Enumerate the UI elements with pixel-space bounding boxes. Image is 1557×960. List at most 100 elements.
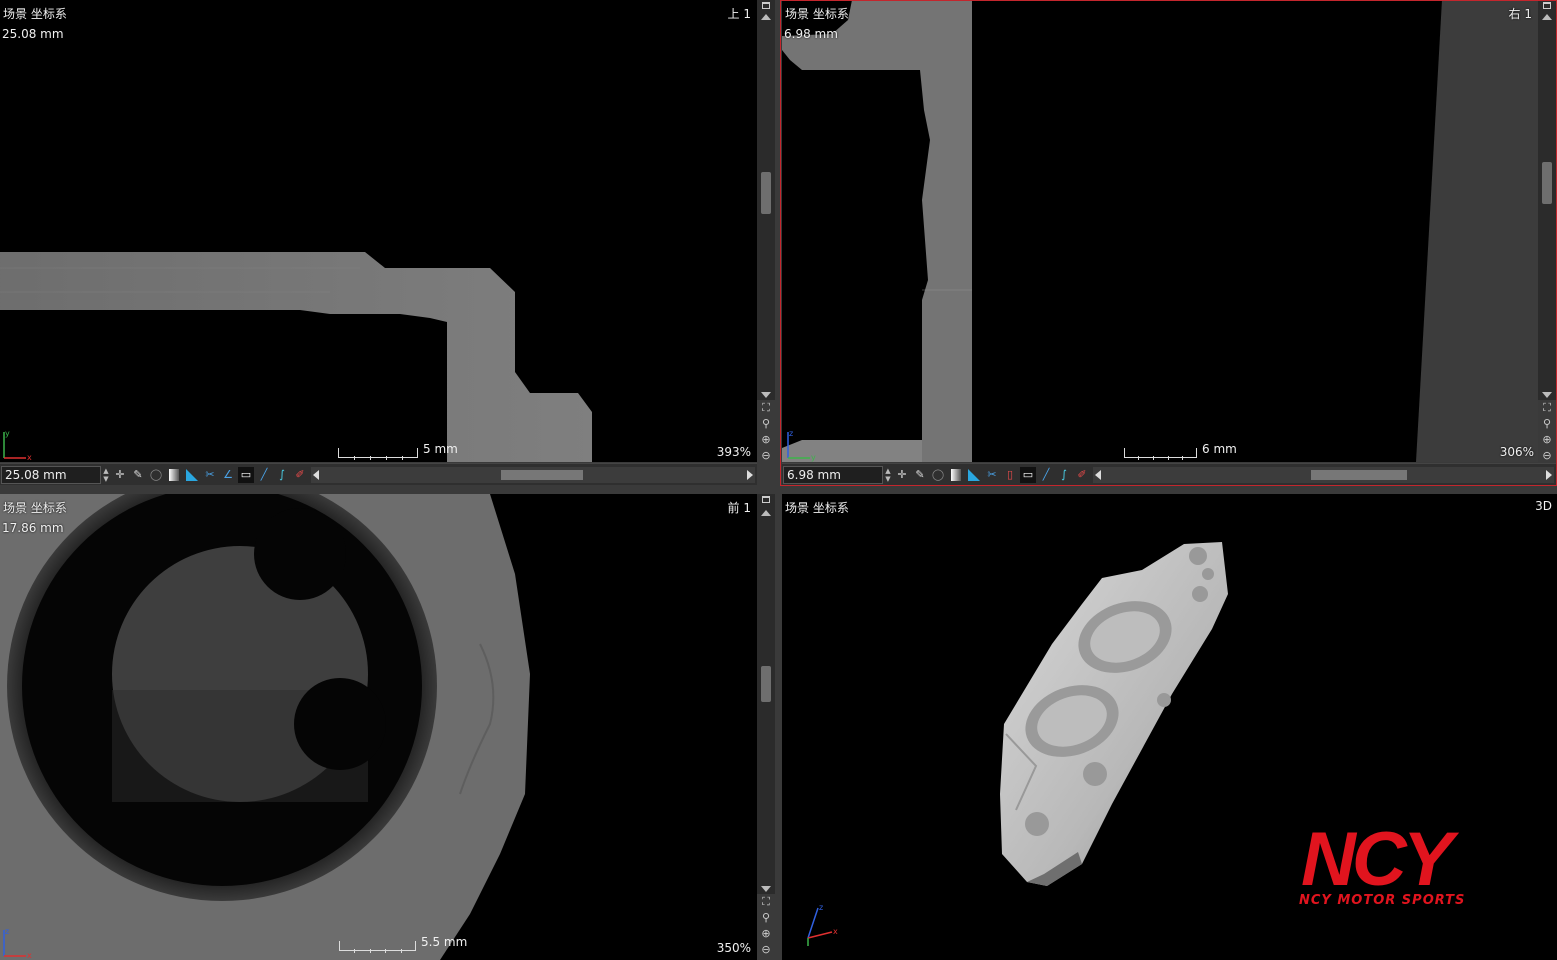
scissors-icon[interactable]: ✂	[202, 467, 218, 483]
axis-triad-icon: z y	[787, 429, 816, 462]
zoom-in-icon[interactable]: ⊕	[1539, 432, 1555, 447]
view-name: 上 1	[727, 7, 751, 21]
axis-triad-icon: y x	[3, 429, 32, 462]
color-ramp-icon[interactable]	[184, 467, 200, 483]
scene-label: 场景 坐标系	[785, 7, 849, 21]
grayscale-icon[interactable]	[166, 467, 182, 483]
vertical-scrollbar[interactable]	[757, 0, 775, 400]
zoom-readout: 350%	[716, 941, 751, 955]
curve-icon[interactable]: ╱	[1038, 467, 1054, 483]
pin-icon[interactable]	[1543, 2, 1551, 9]
spline-icon[interactable]: ∫	[274, 467, 290, 483]
view-name: 前 1	[727, 501, 751, 515]
zoom-in-icon[interactable]: ⊕	[758, 432, 774, 447]
pen-icon[interactable]: ✎	[912, 467, 928, 483]
vertical-scrollbar[interactable]	[1538, 0, 1556, 400]
horizontal-scrollbar[interactable]	[311, 466, 755, 483]
slice-toolbar: ▲▼ ✛ ✎ ◯ ✂ ∠ ▭ ╱ ∫ ✐	[0, 463, 757, 485]
scroll-down-arrow[interactable]	[1542, 392, 1552, 398]
scroll-thumb[interactable]	[761, 172, 771, 214]
slice-toolbar: ▲▼ ✛ ✎ ◯ ✂ ▯ ▭ ╱ ∫ ✐	[782, 463, 1556, 485]
ncy-logo-mark: NCY	[1301, 823, 1464, 893]
vertical-scrollbar[interactable]	[757, 494, 775, 894]
depth-input[interactable]	[783, 465, 883, 484]
axis-triad-icon: z x	[807, 903, 838, 946]
scale-label: 6 mm	[1202, 442, 1237, 456]
zoom-in-icon[interactable]: ⊕	[758, 926, 774, 941]
scissors-icon[interactable]: ✂	[984, 467, 1000, 483]
view-tools: ⛶ ⚲ ⊕ ⊖	[757, 894, 775, 958]
ncy-logo-subtitle: NCY MOTOR SPORTS	[1299, 893, 1466, 908]
view-name: 3D	[1535, 499, 1552, 513]
scroll-right-arrow[interactable]	[747, 469, 753, 480]
circle-icon[interactable]: ◯	[930, 467, 946, 483]
view-tools: ⛶ ⚲ ⊕ ⊖	[757, 400, 775, 464]
horizontal-scrollbar[interactable]	[1093, 466, 1554, 483]
crosshair-icon[interactable]: ✛	[112, 467, 128, 483]
axis-triad-icon: z x	[3, 927, 32, 960]
svg-text:x: x	[27, 951, 32, 960]
scale-label: 5.5 mm	[421, 935, 468, 949]
scroll-left-arrow[interactable]	[1095, 469, 1101, 480]
view-tools: ⛶ ⚲ ⊕ ⊖	[1538, 400, 1556, 464]
viewport-top[interactable]: 场景 坐标系 25.08 mm 上 1 393% 5 mm y x	[0, 0, 757, 462]
scroll-thumb[interactable]	[1542, 162, 1552, 204]
svg-text:x: x	[833, 927, 838, 936]
scroll-down-arrow[interactable]	[761, 886, 771, 892]
ruler-icon[interactable]: ▭	[238, 466, 254, 483]
zoom-out-icon[interactable]: ⊖	[758, 448, 774, 463]
zoom-out-icon[interactable]: ⊖	[1539, 448, 1555, 463]
spin-arrows-icon[interactable]: ▲ ▼	[883, 466, 893, 484]
svg-text:y: y	[5, 429, 10, 438]
scroll-right-arrow[interactable]	[1546, 469, 1552, 480]
curve-icon[interactable]: ╱	[256, 467, 272, 483]
scene-label: 场景 坐标系	[3, 501, 67, 515]
ruler-icon[interactable]: ▭	[1020, 466, 1036, 483]
svg-text:x: x	[27, 453, 32, 462]
grayscale-icon[interactable]	[948, 467, 964, 483]
zoom-readout: 306%	[1499, 445, 1534, 459]
circle-icon[interactable]: ◯	[148, 467, 164, 483]
svg-text:z: z	[789, 429, 793, 438]
ncy-logo: NCY NCY MOTOR SPORTS	[1297, 823, 1529, 911]
svg-text:z: z	[5, 927, 9, 936]
scroll-down-arrow[interactable]	[761, 392, 771, 398]
zoom-icon[interactable]: ⚲	[758, 910, 774, 925]
pin-icon[interactable]	[762, 2, 770, 9]
zoom-icon[interactable]: ⚲	[1539, 416, 1555, 431]
scroll-thumb[interactable]	[1311, 469, 1407, 480]
spin-arrows-icon[interactable]: ▲ ▼	[101, 466, 111, 484]
zoom-out-icon[interactable]: ⊖	[758, 942, 774, 957]
crosshair-icon[interactable]: ✛	[894, 467, 910, 483]
angle-icon[interactable]: ▯	[1002, 467, 1018, 483]
angle-icon[interactable]: ∠	[220, 467, 236, 483]
scroll-up-arrow[interactable]	[1542, 14, 1552, 20]
splitter-horizontal[interactable]	[0, 486, 1557, 494]
depth-readout: 17.86 mm	[2, 521, 64, 535]
fit-view-icon[interactable]: ⛶	[758, 894, 774, 909]
viewport-front[interactable]: 场景 坐标系 17.86 mm 前 1 350% 5.5 mm z x	[0, 494, 757, 960]
svg-text:NCY: NCY	[1301, 823, 1460, 893]
scale-label: 5 mm	[423, 442, 458, 456]
scroll-thumb[interactable]	[501, 469, 583, 480]
pen-icon[interactable]: ✎	[130, 467, 146, 483]
viewport-right[interactable]: 场景 坐标系 6.98 mm 右 1 306% 6 mm z y	[782, 0, 1538, 462]
view-name: 右 1	[1508, 7, 1532, 21]
scroll-thumb[interactable]	[761, 666, 771, 702]
scroll-up-arrow[interactable]	[761, 510, 771, 516]
scene-label: 场景 坐标系	[785, 501, 849, 515]
zoom-icon[interactable]: ⚲	[758, 416, 774, 431]
color-ramp-icon[interactable]	[966, 467, 982, 483]
scroll-left-arrow[interactable]	[313, 469, 319, 480]
depth-input[interactable]	[1, 465, 101, 484]
fit-view-icon[interactable]: ⛶	[1539, 400, 1555, 415]
paint-icon[interactable]: ✐	[1074, 467, 1090, 483]
scroll-up-arrow[interactable]	[761, 14, 771, 20]
pin-icon[interactable]	[762, 496, 770, 503]
svg-text:z: z	[819, 903, 823, 912]
fit-view-icon[interactable]: ⛶	[758, 400, 774, 415]
zoom-readout: 393%	[716, 445, 751, 459]
depth-readout: 25.08 mm	[2, 27, 64, 41]
spline-icon[interactable]: ∫	[1056, 467, 1072, 483]
paint-icon[interactable]: ✐	[292, 467, 308, 483]
